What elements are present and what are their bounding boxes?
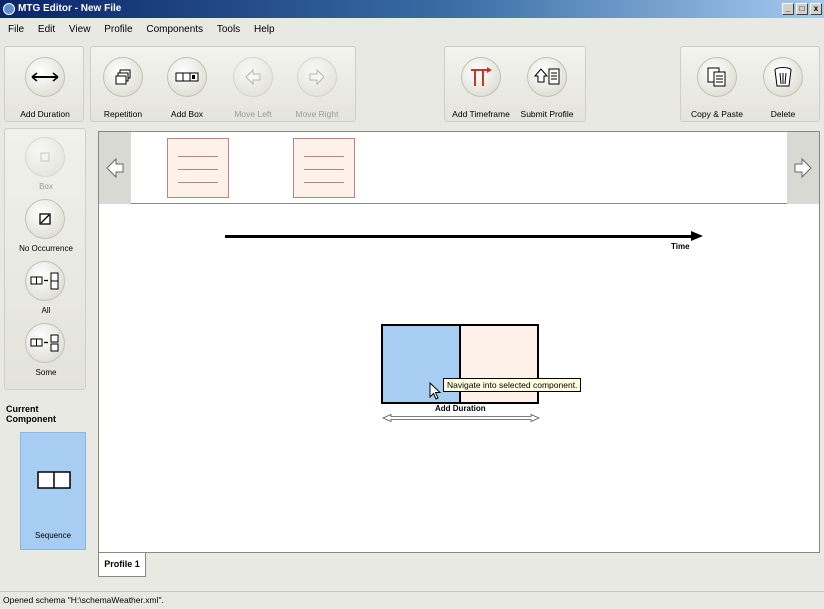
time-axis bbox=[225, 235, 695, 238]
mouse-cursor-icon bbox=[429, 382, 442, 400]
title-bar: MTG Editor - New File _ □ x bbox=[0, 0, 824, 18]
repetition-icon bbox=[103, 57, 143, 97]
move-left-button[interactable]: Move Left bbox=[223, 53, 283, 121]
arrow-left-icon bbox=[106, 157, 124, 179]
palette-no-occurrence[interactable]: No Occurrence bbox=[5, 195, 87, 257]
some-icon bbox=[25, 323, 65, 363]
strip-scroll-right-button[interactable] bbox=[787, 132, 819, 204]
palette-no-occurrence-label: No Occurrence bbox=[19, 244, 73, 253]
strip-scroll-left-button[interactable] bbox=[99, 132, 131, 204]
no-occurrence-icon bbox=[25, 199, 65, 239]
copy-paste-icon bbox=[697, 57, 737, 97]
current-component: Current Component Sequence bbox=[4, 398, 86, 554]
menu-profile[interactable]: Profile bbox=[104, 19, 132, 41]
add-box-icon bbox=[167, 57, 207, 97]
trash-icon bbox=[763, 57, 803, 97]
tab-profile-1[interactable]: Profile 1 bbox=[98, 553, 146, 577]
window-title: MTG Editor - New File bbox=[18, 3, 122, 14]
add-box-label: Add Box bbox=[170, 109, 204, 119]
copy-paste-button[interactable]: Copy & Paste bbox=[687, 53, 747, 121]
timeframe-icon bbox=[461, 57, 501, 97]
menu-view[interactable]: View bbox=[69, 19, 91, 41]
arrow-right-icon bbox=[297, 57, 337, 97]
add-duration-button[interactable]: Add Duration bbox=[15, 53, 75, 121]
box-icon bbox=[25, 137, 65, 177]
add-timeframe-button[interactable]: Add Timeframe bbox=[451, 53, 511, 121]
duration-arrow[interactable] bbox=[381, 413, 541, 423]
strip-thumbnail[interactable] bbox=[293, 138, 355, 198]
app-icon bbox=[3, 3, 15, 15]
sequence-icon bbox=[37, 471, 71, 489]
time-axis-label: Time bbox=[671, 242, 690, 251]
profile-canvas[interactable]: Time Add Duration Navigate into selected… bbox=[98, 131, 820, 553]
component-strip bbox=[99, 132, 819, 204]
submit-profile-button[interactable]: Submit Profile bbox=[517, 53, 577, 121]
palette-some-label: Some bbox=[35, 368, 57, 377]
repetition-label: Repetition bbox=[103, 109, 143, 119]
status-bar: Opened schema "H:\schemaWeather.xml". bbox=[0, 591, 824, 609]
maximize-button[interactable]: □ bbox=[796, 3, 808, 15]
all-icon bbox=[25, 261, 65, 301]
arrow-left-icon bbox=[233, 57, 273, 97]
sequence-box-selected[interactable] bbox=[381, 324, 461, 404]
delete-label: Delete bbox=[770, 109, 796, 119]
add-duration-label: Add Duration bbox=[20, 109, 70, 119]
move-right-label: Move Right bbox=[295, 109, 339, 119]
palette-all-label: All bbox=[41, 306, 51, 315]
move-left-label: Move Left bbox=[234, 109, 272, 119]
component-palette: Box No Occurrence All Some bbox=[4, 128, 86, 390]
submit-profile-label: Submit Profile bbox=[520, 109, 574, 119]
toolbar: Add Duration Repetition Add Box Move Lef… bbox=[0, 42, 824, 126]
repetition-button[interactable]: Repetition bbox=[93, 53, 153, 121]
duration-label: Add Duration bbox=[435, 404, 486, 413]
add-box-button[interactable]: Add Box bbox=[157, 53, 217, 121]
palette-box[interactable]: Box bbox=[5, 133, 87, 195]
strip-thumbnail[interactable] bbox=[167, 138, 229, 198]
minimize-button[interactable]: _ bbox=[782, 3, 794, 15]
menu-components[interactable]: Components bbox=[146, 19, 203, 41]
copy-paste-label: Copy & Paste bbox=[691, 109, 743, 119]
toolbar-group-profile: Add Timeframe Submit Profile bbox=[444, 46, 586, 122]
menu-file[interactable]: File bbox=[8, 19, 24, 41]
toolbar-group-edit: Repetition Add Box Move Left Move Right bbox=[90, 46, 356, 122]
time-axis-arrowhead bbox=[691, 231, 703, 241]
current-component-panel[interactable]: Sequence bbox=[20, 432, 86, 550]
move-right-button[interactable]: Move Right bbox=[287, 53, 347, 121]
palette-all[interactable]: All bbox=[5, 257, 87, 319]
submit-icon bbox=[527, 57, 567, 97]
arrow-right-icon bbox=[794, 157, 812, 179]
sequence-box[interactable] bbox=[459, 324, 539, 404]
current-component-type: Sequence bbox=[34, 531, 72, 540]
tooltip: Navigate into selected component. bbox=[443, 378, 582, 392]
palette-box-label: Box bbox=[39, 182, 53, 191]
toolbar-group-clipboard: Copy & Paste Delete bbox=[680, 46, 820, 122]
close-button[interactable]: x bbox=[810, 3, 822, 15]
toolbar-group-duration: Add Duration bbox=[4, 46, 84, 122]
palette-some[interactable]: Some bbox=[5, 319, 87, 381]
menu-help[interactable]: Help bbox=[254, 19, 275, 41]
menu-edit[interactable]: Edit bbox=[38, 19, 55, 41]
delete-button[interactable]: Delete bbox=[753, 53, 813, 121]
duration-arrow-icon bbox=[25, 57, 65, 97]
add-timeframe-label: Add Timeframe bbox=[452, 109, 510, 119]
menu-tools[interactable]: Tools bbox=[217, 19, 240, 41]
current-component-title: Current Component bbox=[6, 404, 56, 424]
menu-bar: File Edit View Profile Components Tools … bbox=[0, 19, 824, 41]
